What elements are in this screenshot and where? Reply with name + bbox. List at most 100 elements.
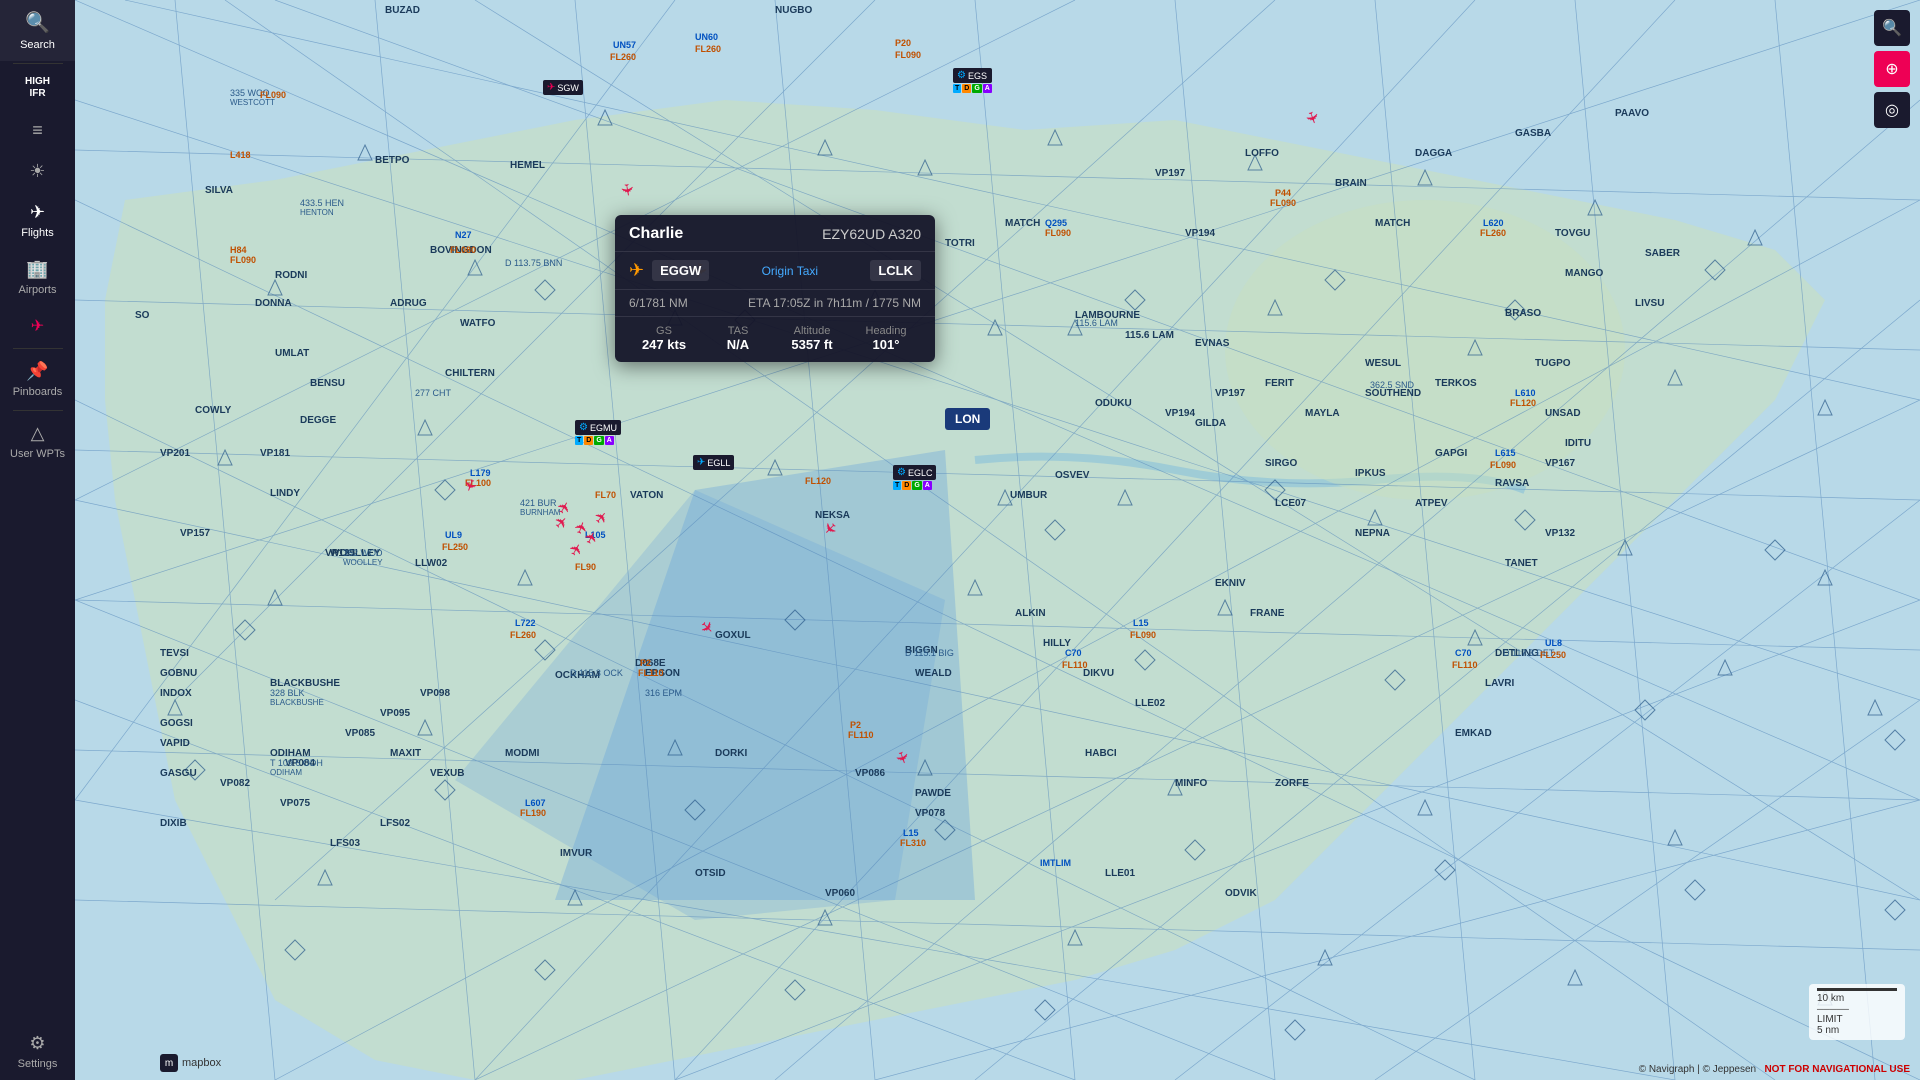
search-button[interactable]: 🔍: [1874, 10, 1910, 46]
fl-label-fl110c: FL110: [848, 730, 874, 740]
tas-value: N/A: [727, 337, 749, 352]
lon-badge: LON: [945, 408, 990, 430]
fl-label-fl090f: FL090: [1490, 460, 1516, 470]
high-ifr-label: HIGHIFR: [25, 76, 50, 100]
airport-eglc[interactable]: ⚙ EGLC T D G A: [893, 465, 936, 490]
fl-label-l620: L620: [1483, 218, 1504, 228]
scale-km: 10 km: [1817, 993, 1897, 1004]
fl-label-l610: L610: [1515, 388, 1536, 398]
sidebar-item-layers[interactable]: ≡: [0, 110, 75, 151]
sidebar-divider-2: [13, 348, 63, 349]
mapbox-icon: m: [160, 1054, 178, 1072]
sidebar-label-airports: Airports: [19, 284, 57, 296]
sidebar-label-user-wpts: User WPTs: [10, 448, 65, 460]
stat-tas: TAS N/A: [703, 325, 773, 352]
fl-label-p2b: P2: [850, 720, 861, 730]
plane-icon: ✈: [629, 260, 644, 281]
fl-label-n27: N27: [455, 230, 472, 240]
fl-label-l179: L179: [470, 468, 491, 478]
flight-origin[interactable]: EGGW: [652, 260, 709, 281]
fl-label-ul8: UL8: [1545, 638, 1562, 648]
fl-label-l607: L607: [525, 798, 546, 808]
airport-egll[interactable]: ✈ EGLL: [693, 455, 734, 470]
flight-popup: Charlie EZY62UD A320 ✈ EGGW Origin Taxi …: [615, 215, 935, 362]
zoom-button[interactable]: ⊕: [1874, 51, 1910, 87]
fl-label-ul9: UL9: [445, 530, 462, 540]
fl-label-fl260b: FL260: [695, 44, 721, 54]
airport-egmu[interactable]: ⚙ EGMU T D G A: [575, 420, 621, 445]
stat-altitude: Altitude 5357 ft: [777, 325, 847, 352]
airport-sgw[interactable]: ✈ SGW: [543, 80, 583, 95]
fl-label-p20: P20: [895, 38, 911, 48]
sidebar-item-user-wpts[interactable]: △ User WPTs: [0, 413, 75, 470]
map-controls: 🔍 ⊕ ◎: [1874, 10, 1910, 128]
settings-icon: ⚙: [29, 1033, 45, 1054]
location-button[interactable]: ◎: [1874, 92, 1910, 128]
fl-label-fl310: FL310: [900, 838, 926, 848]
sidebar-divider-1: [13, 63, 63, 64]
brightness-icon: ☀: [29, 161, 45, 182]
airports-icon: 🏢: [26, 259, 48, 280]
scale-nm-row: LIMIT: [1817, 1014, 1897, 1025]
nav-odh: T 109.6 ODH ODIHAM: [270, 758, 323, 777]
flight-destination[interactable]: LCLK: [870, 260, 921, 281]
stat-heading: Heading 101°: [851, 325, 921, 352]
sidebar-item-filter[interactable]: ✈: [0, 306, 75, 346]
fl-label-un57: UN57: [613, 40, 636, 50]
fl-label-fl080: FL080: [450, 245, 476, 255]
airport-egs[interactable]: ⚙ EGS T D G A: [953, 68, 992, 93]
fl-label-fl250b: FL250: [1540, 650, 1566, 660]
map-area[interactable]: BUZAD NUGBO HEMEL BETPO BOVINGDON RODNI …: [75, 0, 1920, 1080]
fl-label-fl90b: FL090: [1130, 630, 1156, 640]
fl-label-q295: Q295: [1045, 218, 1067, 228]
sidebar-item-flights[interactable]: ✈ Flights: [0, 192, 75, 249]
sidebar-item-brightness[interactable]: ☀: [0, 151, 75, 192]
sidebar-item-search[interactable]: 🔍 Search: [0, 0, 75, 61]
fl-label-c70b: C70: [1455, 648, 1472, 658]
fl-label-fl70: FL70: [595, 490, 616, 500]
fl-label-fl260d: FL260: [510, 630, 536, 640]
fl-label-p44: P44: [1275, 188, 1291, 198]
tas-label: TAS: [728, 325, 749, 337]
flight-eta: ETA 17:05Z in 7h11m / 1775 NM: [748, 296, 921, 310]
flights-icon: ✈: [30, 202, 45, 223]
heading-label: Heading: [866, 325, 907, 337]
sidebar-item-pinboards[interactable]: 📌 Pinboards: [0, 351, 75, 408]
fl-label-fl90: FL90: [575, 562, 596, 572]
attribution-text: © Navigraph | © Jeppesen: [1639, 1064, 1756, 1075]
sidebar: 🔍 Search HIGHIFR ≡ ☀ ✈ Flights 🏢 Airport…: [0, 0, 75, 1080]
flight-popup-header: Charlie EZY62UD A320: [615, 215, 935, 252]
nav-henton: 433.5 HEN HENTON: [300, 198, 344, 217]
sidebar-divider-3: [13, 410, 63, 411]
flight-popup-route: ✈ EGGW Origin Taxi LCLK: [615, 252, 935, 290]
sidebar-item-airports[interactable]: 🏢 Airports: [0, 249, 75, 306]
scale-limit: ─────: [1817, 1004, 1897, 1014]
gs-label: GS: [656, 325, 672, 337]
nav-bnn: D 113.75 BNN: [505, 258, 562, 268]
sidebar-item-settings[interactable]: ⚙ Settings: [0, 1023, 75, 1080]
fl-label-fl260: FL260: [610, 52, 636, 62]
fl-label-fl090e: FL090: [1270, 198, 1296, 208]
flight-callsign: Charlie: [629, 225, 683, 243]
nav-ock: D 115.3 OCK: [570, 668, 623, 678]
sidebar-label-settings: Settings: [18, 1058, 58, 1070]
fl-label-fl190: FL190: [520, 808, 546, 818]
nav-lam: 115.6 LAM: [1075, 318, 1118, 328]
fl-label-h84: H84: [230, 245, 247, 255]
flight-distance: 6/1781 NM: [629, 296, 688, 310]
fl-label-l15: L15: [903, 828, 919, 838]
flight-id: EZY62UD A320: [822, 226, 921, 242]
scale-nm: 5 nm: [1817, 1025, 1897, 1036]
fl-label-fl250: FL250: [442, 542, 468, 552]
flight-status: Origin Taxi: [762, 264, 818, 278]
not-nav-text: NOT FOR NAVIGATIONAL USE: [1764, 1064, 1910, 1075]
sidebar-item-high-ifr[interactable]: HIGHIFR: [0, 66, 75, 110]
altitude-label: Altitude: [794, 325, 831, 337]
map-attribution: © Navigraph | © Jeppesen NOT FOR NAVIGAT…: [1639, 1064, 1910, 1075]
fl-label-c70: C70: [1065, 648, 1082, 658]
lon-text: LON: [955, 412, 980, 426]
fl-label-fl090b: FL090: [230, 255, 256, 265]
fl-label-l105: L105: [585, 530, 606, 540]
stat-gs: GS 247 kts: [629, 325, 699, 352]
fl-label-fl090d: FL090: [1045, 228, 1071, 238]
